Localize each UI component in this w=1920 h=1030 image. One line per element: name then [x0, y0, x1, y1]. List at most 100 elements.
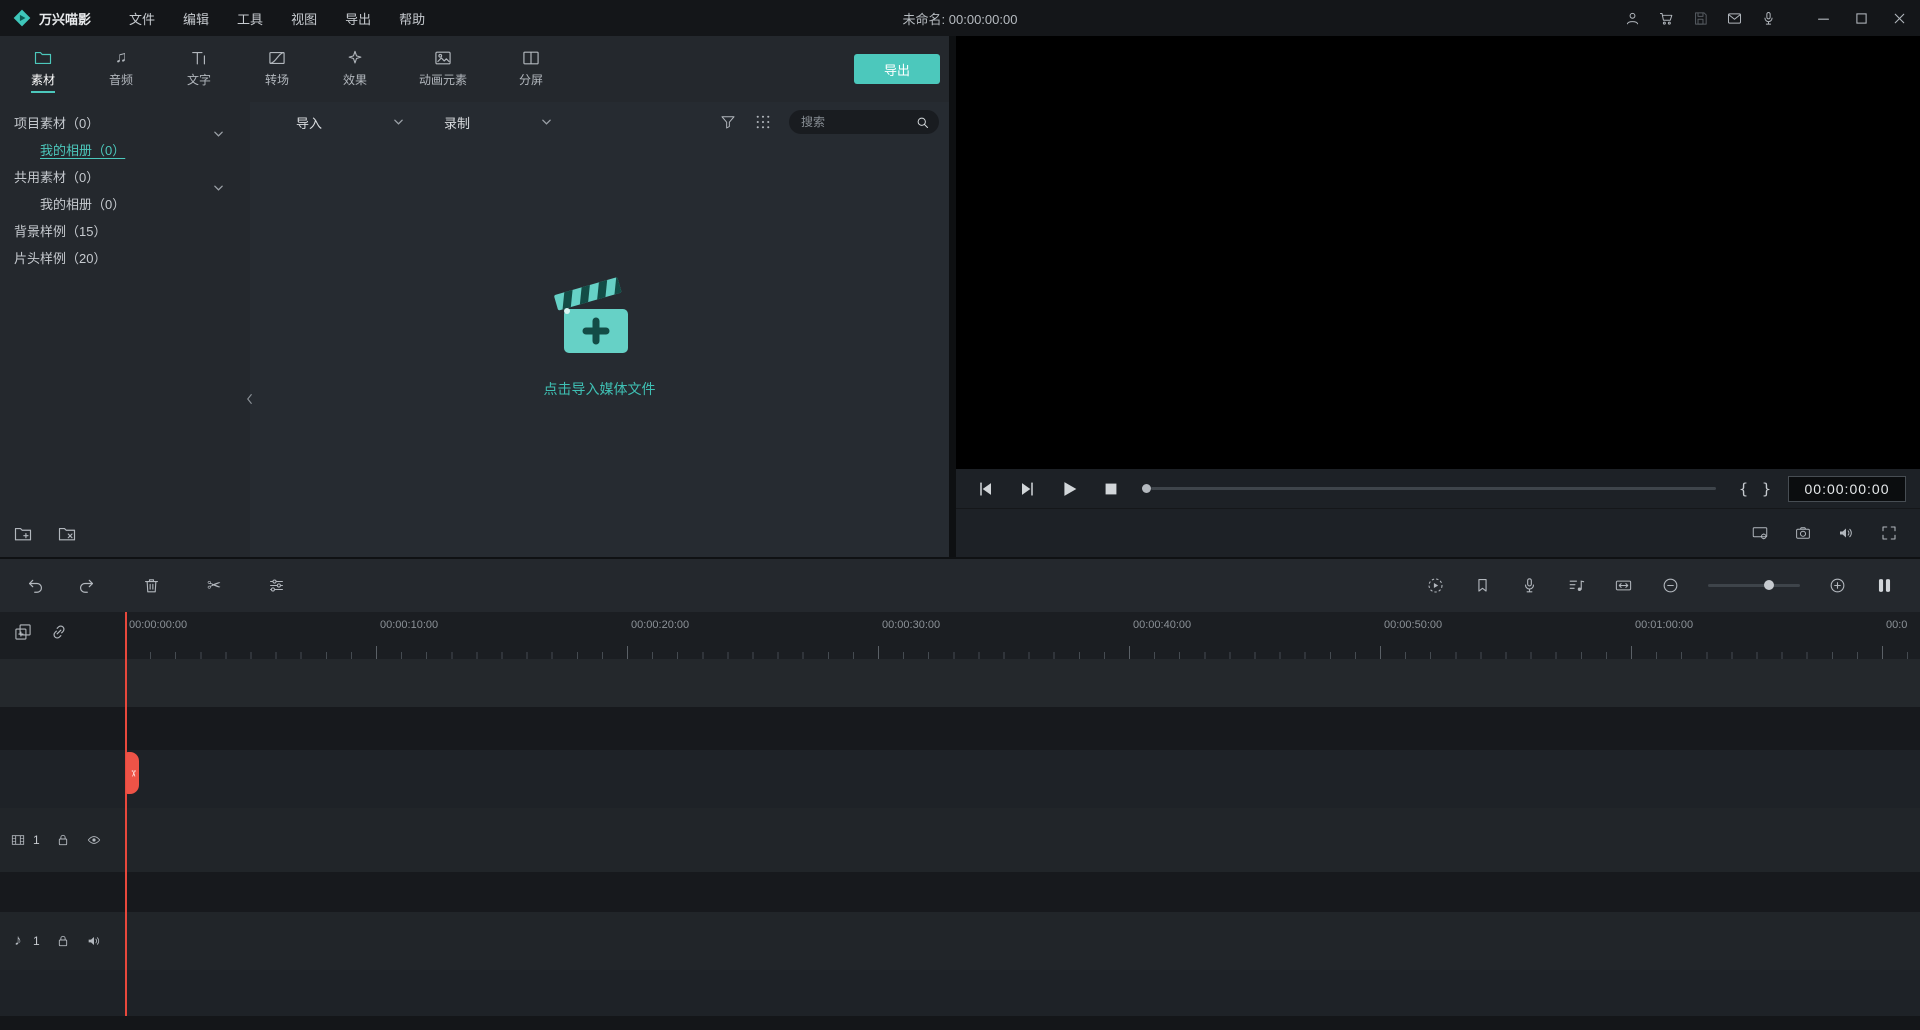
fit-timeline-icon[interactable] — [1614, 576, 1633, 595]
quick-cut-scissors-icon: ✂ — [127, 769, 138, 777]
sidebar-item-shared-media[interactable]: 共用素材（0） — [0, 164, 250, 191]
cart-icon[interactable] — [1658, 10, 1675, 27]
preview-scrubber[interactable] — [1142, 484, 1716, 493]
main-area: 素材 ♫ 音频 文字 转场 效果 动画元素 分屏 导出 项目素材（0） 我的相册… — [0, 36, 1920, 557]
app-name: 万兴喵影 — [39, 11, 92, 27]
adjust-properties-icon[interactable] — [267, 576, 286, 595]
split-scissors-icon[interactable]: ✂ — [207, 576, 221, 595]
previous-frame-button[interactable] — [976, 479, 996, 499]
snapshot-camera-icon[interactable] — [1794, 524, 1812, 542]
marker-flag-icon[interactable] — [1473, 576, 1492, 595]
video-canvas[interactable] — [956, 36, 1920, 469]
tab-transitions[interactable]: 转场 — [238, 46, 316, 93]
media-empty-state[interactable]: 点击导入媒体文件 — [250, 108, 949, 557]
playhead[interactable] — [125, 612, 127, 1016]
menu-tools[interactable]: 工具 — [223, 9, 277, 28]
album-actions — [0, 524, 250, 557]
sidebar-item-my-album[interactable]: 我的相册（0） — [0, 137, 250, 164]
zoom-out-icon[interactable] — [1661, 576, 1680, 595]
display-settings-icon[interactable] — [1751, 524, 1769, 542]
video-track-header: 1 — [0, 808, 125, 872]
lock-icon[interactable] — [55, 832, 71, 848]
tab-label: 音频 — [108, 72, 133, 87]
ruler-label: 00:00:40:00 — [1133, 619, 1192, 631]
titlebar: 万兴喵影 文件 编辑 工具 视图 导出 帮助 未命名: 00:00:00:00 — [0, 0, 1920, 36]
speaker-icon[interactable] — [86, 933, 102, 949]
timeline-band — [0, 872, 1920, 912]
media-type-tabbar: 素材 ♫ 音频 文字 转场 效果 动画元素 分屏 导出 — [0, 36, 949, 102]
video-track-number: 1 — [33, 833, 40, 847]
export-button[interactable]: 导出 — [854, 54, 940, 84]
chevron-down-icon[interactable] — [213, 174, 224, 191]
music-note-icon: ♫ — [115, 48, 127, 66]
transport-bar: { } 00:00:00:00 — [956, 469, 1920, 508]
minimize-button[interactable] — [1815, 10, 1832, 27]
audio-track-lane[interactable] — [0, 912, 1920, 970]
tab-text[interactable]: 文字 — [160, 46, 238, 93]
close-button[interactable] — [1891, 10, 1908, 27]
account-icon[interactable] — [1624, 10, 1641, 27]
microphone-icon[interactable] — [1760, 10, 1777, 27]
tab-effects[interactable]: 效果 — [316, 46, 394, 93]
video-track-lane[interactable] — [0, 808, 1920, 872]
chevron-down-icon[interactable] — [213, 120, 224, 137]
scrubber-thumb[interactable] — [1142, 484, 1151, 493]
effects-sparkle-icon — [345, 48, 365, 68]
sidebar-item-background-samples[interactable]: 背景样例（15） — [0, 218, 250, 245]
save-icon[interactable] — [1692, 10, 1709, 27]
eye-icon[interactable] — [86, 832, 102, 848]
play-button[interactable] — [1058, 478, 1080, 500]
menu-file[interactable]: 文件 — [115, 9, 169, 28]
next-frame-button[interactable] — [1017, 479, 1037, 499]
text-tool-icon — [189, 48, 209, 68]
scrubber-track[interactable] — [1151, 487, 1716, 490]
tab-audio[interactable]: ♫ 音频 — [82, 46, 160, 93]
collapse-sidebar-handle[interactable] — [243, 382, 255, 416]
sidebar-item-project-media[interactable]: 项目素材（0） — [0, 110, 250, 137]
titlebar-actions — [1624, 10, 1908, 27]
ruler-label: 00:00:20:00 — [631, 619, 690, 631]
add-folder-button[interactable] — [13, 524, 33, 544]
zoom-slider-thumb[interactable] — [1764, 580, 1774, 590]
sidebar-item-intro-samples[interactable]: 片头样例（20） — [0, 245, 250, 272]
tab-splitscreen[interactable]: 分屏 — [492, 46, 570, 93]
menu-help[interactable]: 帮助 — [385, 9, 439, 28]
menubar: 文件 编辑 工具 视图 导出 帮助 — [115, 9, 439, 28]
ruler-label: 00:0 — [1886, 619, 1908, 631]
undo-icon[interactable] — [26, 576, 45, 595]
lock-icon[interactable] — [55, 933, 71, 949]
audio-mixer-icon[interactable] — [1567, 576, 1586, 595]
link-icon[interactable] — [49, 622, 69, 642]
audio-track-number: 1 — [33, 934, 40, 948]
mark-out-icon[interactable]: } — [1762, 480, 1771, 498]
split-screen-icon — [521, 48, 541, 68]
add-track-icon[interactable] — [13, 622, 33, 642]
menu-edit[interactable]: 编辑 — [169, 9, 223, 28]
render-preview-icon[interactable] — [1426, 576, 1445, 595]
fullscreen-icon[interactable] — [1880, 524, 1898, 542]
delete-icon[interactable] — [142, 576, 161, 595]
mark-in-icon[interactable]: { — [1739, 480, 1748, 498]
zoom-slider[interactable] — [1708, 580, 1800, 590]
media-panel: 导入 录制 搜索 点击导入媒体文件 — [250, 102, 949, 557]
track-header-tools — [0, 622, 125, 642]
sidebar-item-shared-album[interactable]: 我的相册（0） — [0, 191, 250, 218]
tab-media[interactable]: 素材 — [4, 46, 82, 93]
timeline-band — [0, 1016, 1920, 1030]
volume-icon[interactable] — [1837, 524, 1855, 542]
ruler-label: 00:01:00:00 — [1635, 619, 1694, 631]
redo-icon[interactable] — [77, 576, 96, 595]
delete-folder-button[interactable] — [57, 524, 77, 544]
maximize-button[interactable] — [1853, 10, 1870, 27]
stop-button[interactable] — [1101, 479, 1121, 499]
library-sidebar: 项目素材（0） 我的相册（0） 共用素材（0） 我的相册（0） 背景样例（15）… — [0, 102, 250, 557]
mail-icon[interactable] — [1726, 10, 1743, 27]
tab-elements[interactable]: 动画元素 — [394, 46, 492, 93]
tab-label: 文字 — [186, 72, 211, 87]
zoom-in-icon[interactable] — [1828, 576, 1847, 595]
menu-view[interactable]: 视图 — [277, 9, 331, 28]
track-manager-icon[interactable] — [1875, 576, 1894, 595]
voiceover-mic-icon[interactable] — [1520, 576, 1539, 595]
playhead-handle[interactable]: ✂ — [126, 752, 139, 794]
menu-export[interactable]: 导出 — [331, 9, 385, 28]
